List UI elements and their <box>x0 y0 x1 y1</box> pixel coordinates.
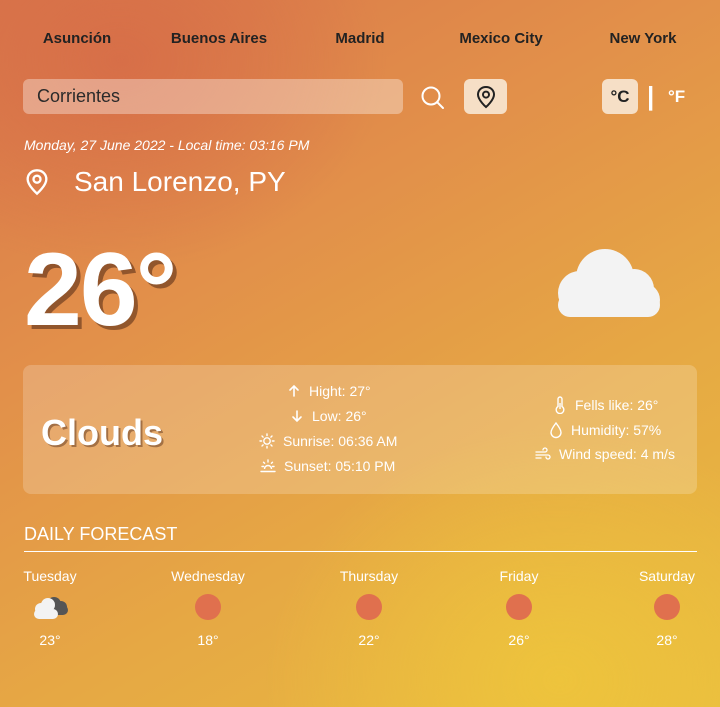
wind-speed: Wind speed: 4 m/s <box>559 446 675 462</box>
sun-dot-icon <box>356 594 382 620</box>
forecast-day-name: Thursday <box>339 568 399 584</box>
forecast-day-temp: 23° <box>39 632 61 648</box>
location-name: San Lorenzo, PY <box>74 166 286 197</box>
high-temp-row: Hight: 27° <box>287 383 371 399</box>
celsius-button[interactable]: °C <box>602 79 638 114</box>
daily-forecast-title: DAILY FORECAST <box>24 524 178 544</box>
sun-dot-icon <box>195 594 221 620</box>
city-link-new-york[interactable]: New York <box>610 30 677 47</box>
city-link-buenos-aires[interactable]: Buenos Aires <box>171 30 267 47</box>
weather-details-card: Clouds Hight: 27° Low: 26° Sunrise: 06:3… <box>23 365 697 494</box>
forecast-day-name: Friday <box>499 568 539 584</box>
search-icon <box>421 86 444 109</box>
cloudy-icon <box>34 597 68 619</box>
arrow-up-icon <box>289 384 299 397</box>
sunrise-icon <box>259 433 275 449</box>
forecast-day: Friday 26° <box>464 568 574 648</box>
feels-like: Fells like: 26° <box>575 397 659 413</box>
humidity: Humidity: 57% <box>571 422 662 438</box>
arrow-down-icon <box>292 410 302 423</box>
high-temp: Hight: 27° <box>309 383 371 399</box>
humidity-row: Humidity: 57% <box>549 421 661 439</box>
forecast-day: Thursday 22° <box>314 568 424 648</box>
weather-condition-icon <box>550 245 665 328</box>
search-input[interactable] <box>23 79 403 114</box>
thermometer-icon <box>555 396 565 414</box>
forecast-day-temp: 22° <box>358 632 380 648</box>
forecast-divider <box>24 551 697 552</box>
location-pin-icon <box>26 169 48 196</box>
current-temperature: 26° <box>24 232 177 348</box>
sunset-icon <box>260 459 276 473</box>
forecast-day-temp: 18° <box>197 632 219 648</box>
wind-row: Wind speed: 4 m/s <box>535 446 675 462</box>
forecast-day-name: Tuesday <box>23 568 77 584</box>
city-link-asuncion[interactable]: Asunción <box>43 30 111 47</box>
date-time-label: Monday, 27 June 2022 - Local time: 03:16… <box>24 137 310 153</box>
low-temp-row: Low: 26° <box>290 408 367 424</box>
location-pin-icon <box>476 85 495 108</box>
cloud-icon <box>558 249 660 317</box>
current-location-button[interactable] <box>464 79 507 114</box>
weather-condition: Clouds <box>41 412 163 453</box>
low-temp: Low: 26° <box>312 408 367 424</box>
forecast-day-temp: 26° <box>508 632 530 648</box>
city-link-madrid[interactable]: Madrid <box>335 30 384 47</box>
location-row: San Lorenzo, PY <box>24 166 286 198</box>
sunset-row: Sunset: 05:10 PM <box>260 458 395 474</box>
forecast-day: Saturday 28° <box>612 568 720 648</box>
forecast-day-temp: 28° <box>656 632 678 648</box>
city-shortcuts: Asunción Buenos Aires Madrid Mexico City… <box>0 30 720 50</box>
search-button[interactable] <box>419 84 447 112</box>
sunrise-time: Sunrise: 06:36 AM <box>283 433 398 449</box>
sunrise-row: Sunrise: 06:36 AM <box>259 433 397 449</box>
wind-icon <box>535 447 551 460</box>
fahrenheit-button[interactable]: °F <box>668 87 685 107</box>
droplet-icon <box>550 421 562 439</box>
forecast-day: Tuesday 23° <box>0 568 105 648</box>
unit-separator: | <box>647 81 655 111</box>
forecast-day: Wednesday 18° <box>153 568 263 648</box>
sun-dot-icon <box>654 594 680 620</box>
sunset-time: Sunset: 05:10 PM <box>284 458 396 474</box>
forecast-day-name: Wednesday <box>171 568 245 584</box>
forecast-day-name: Saturday <box>638 568 696 584</box>
sun-dot-icon <box>506 594 532 620</box>
city-link-mexico-city[interactable]: Mexico City <box>459 30 542 47</box>
feels-like-row: Fells like: 26° <box>553 396 658 414</box>
